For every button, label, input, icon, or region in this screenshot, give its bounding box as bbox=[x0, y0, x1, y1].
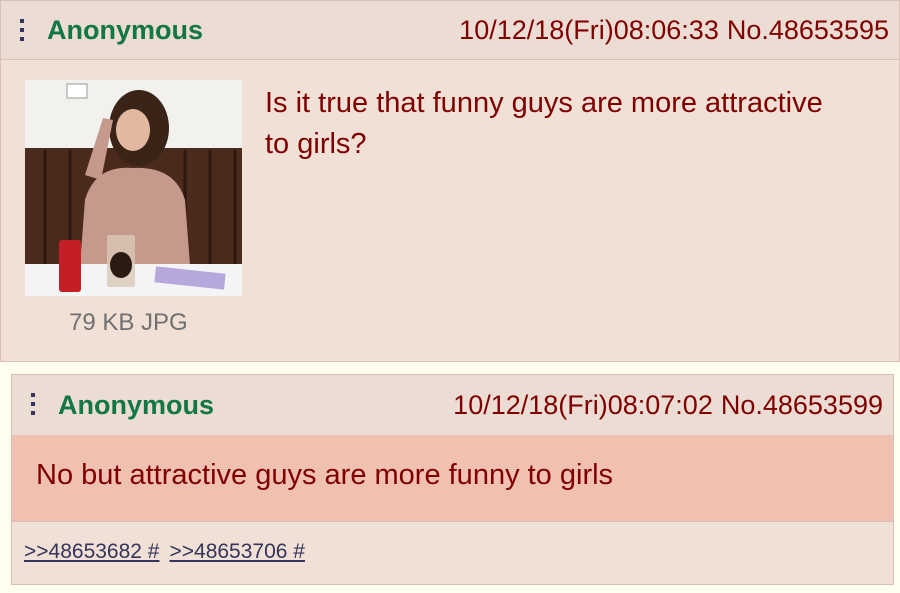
vertical-ellipsis-icon[interactable] bbox=[30, 393, 36, 419]
poster-name: Anonymous bbox=[58, 390, 215, 420]
post-number[interactable]: No.48653599 bbox=[721, 390, 883, 420]
vertical-ellipsis-icon[interactable] bbox=[19, 19, 25, 45]
backlink[interactable]: >>48653706 # bbox=[169, 540, 304, 563]
op-post: Anonymous 10/12/18(Fri)08:06:33 No.486535… bbox=[0, 0, 900, 362]
post-comment: No but attractive guys are more funny to… bbox=[36, 459, 614, 491]
post-meta: 10/12/18(Fri)08:07:02 No.48653599 bbox=[445, 390, 883, 421]
post-meta: 10/12/18(Fri)08:06:33 No.48653595 bbox=[451, 15, 889, 46]
post-datetime: 10/12/18(Fri)08:07:02 bbox=[453, 390, 713, 420]
post-image-thumbnail[interactable] bbox=[25, 80, 242, 296]
op-post-header: Anonymous 10/12/18(Fri)08:06:33 No.486535… bbox=[1, 1, 899, 60]
backlinks: >>48653682 # >>48653706 # bbox=[24, 540, 315, 564]
reply-post-header: Anonymous 10/12/18(Fri)08:07:02 No.486535… bbox=[12, 375, 893, 436]
post-datetime: 10/12/18(Fri)08:06:33 bbox=[459, 15, 719, 45]
reply-comment-highlight: No but attractive guys are more funny to… bbox=[12, 435, 893, 522]
backlink[interactable]: >>48653682 # bbox=[24, 540, 159, 563]
post-number[interactable]: No.48653595 bbox=[727, 15, 889, 45]
post-comment: Is it true that funny guys are more attr… bbox=[265, 87, 823, 160]
reply-post: Anonymous 10/12/18(Fri)08:07:02 No.486535… bbox=[11, 374, 894, 585]
photo-thumbnail bbox=[25, 80, 242, 296]
poster-name: Anonymous bbox=[47, 15, 204, 45]
file-info: 79 KB JPG bbox=[69, 309, 188, 336]
